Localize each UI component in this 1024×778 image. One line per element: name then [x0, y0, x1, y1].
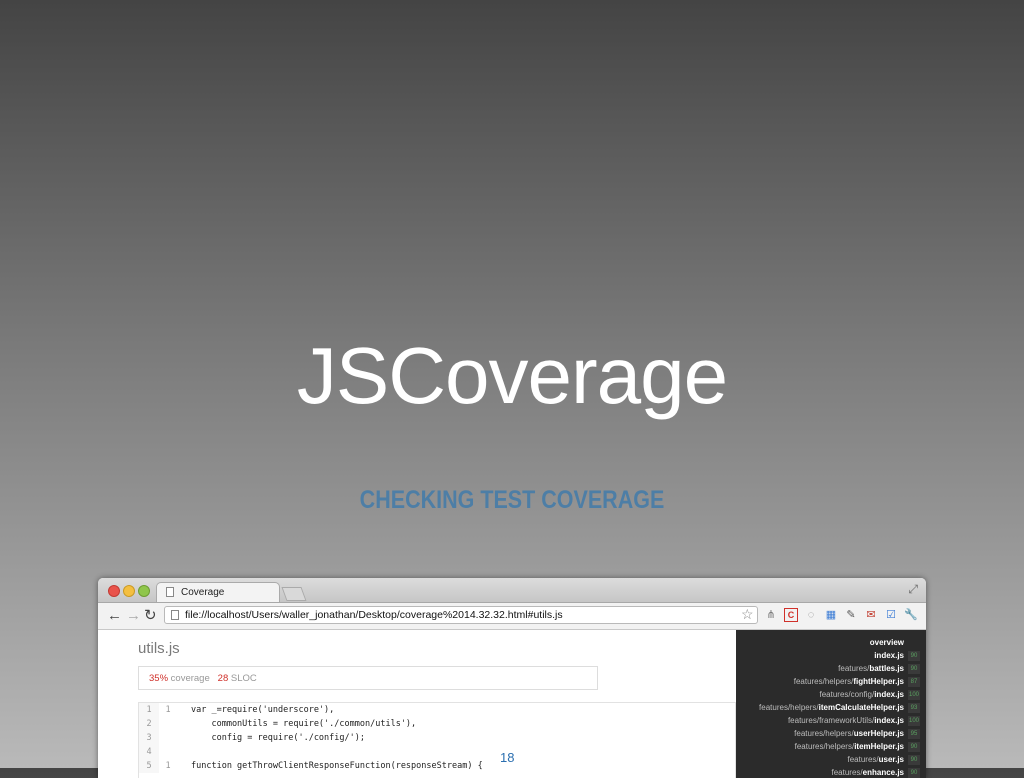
- zoom-window-button[interactable]: [138, 585, 150, 597]
- browser-toolbar: ← → ↻ file://localhost/Users/waller_jona…: [98, 603, 926, 630]
- check-icon[interactable]: ☑: [884, 608, 898, 622]
- bookmark-star-icon[interactable]: ☆: [741, 606, 754, 623]
- sidebar-item-path: features/helpers/: [794, 729, 854, 739]
- coverage-badge: 90: [908, 664, 920, 674]
- sidebar-item-file[interactable]: features/helpers/itemCalculateHelper.js 9…: [759, 703, 920, 715]
- grid-extension-icon[interactable]: ▦: [824, 608, 838, 622]
- sidebar-item-file[interactable]: features/enhance.js 90: [831, 768, 920, 778]
- code-line: 4: [139, 745, 735, 759]
- coverage-badge: 95: [908, 729, 920, 739]
- sidebar-item-file[interactable]: features/config/index.js 100: [819, 690, 920, 702]
- coverage-badge: 90: [908, 742, 920, 752]
- line-number: 5: [139, 759, 159, 773]
- sidebar-item-name: user.js: [878, 755, 904, 765]
- sidebar-item-file[interactable]: index.js 90: [874, 651, 920, 663]
- sidebar-item-name: index.js: [874, 716, 904, 726]
- coverage-badge: 90: [908, 755, 920, 765]
- hit-count: 1: [165, 705, 171, 715]
- sidebar-item-name: userHelper.js: [853, 729, 904, 739]
- source-code: commonUtils = require('./common/utils'),: [191, 719, 417, 729]
- page-icon: [171, 610, 179, 620]
- sloc-count: 28: [217, 673, 229, 684]
- code-line: 2 commonUtils = require('./common/utils'…: [139, 717, 735, 731]
- sidebar-item-name: itemHelper.js: [854, 742, 904, 752]
- sidebar-item-path: features/frameworkUtils/: [787, 716, 875, 726]
- file-sidebar: overview index.js 90 features/battles.js 9…: [736, 630, 926, 778]
- coverage-percent: 35%: [149, 673, 169, 684]
- document-icon: [166, 587, 174, 597]
- sidebar-item-path: features/helpers/: [793, 677, 854, 687]
- line-number: 3: [139, 731, 159, 745]
- line-number: 2: [139, 717, 159, 731]
- tab-coverage[interactable]: Coverage: [156, 582, 280, 602]
- sidebar-item-path: features/helpers/: [794, 742, 855, 752]
- minimize-window-button[interactable]: [123, 585, 135, 597]
- forward-arrow-icon[interactable]: →: [126, 607, 141, 625]
- sidebar-item-path: features/: [847, 755, 879, 765]
- sidebar-item-file[interactable]: features/user.js 90: [847, 755, 920, 767]
- coverage-report: utils.js 35% coverage 28 SLOC 1 1 var _=…: [98, 630, 736, 778]
- back-arrow-icon[interactable]: ←: [107, 607, 122, 625]
- coverage-summary: 35% coverage 28 SLOC: [138, 666, 598, 690]
- pin-extension-icon[interactable]: ✎: [844, 608, 858, 622]
- line-number: 4: [139, 745, 159, 759]
- sidebar-item-overview[interactable]: overview: [870, 638, 920, 650]
- coverage-badge: 90: [908, 768, 920, 778]
- circle-extension-icon[interactable]: ◌: [804, 608, 818, 622]
- sidebar-item-path: features/: [838, 664, 870, 674]
- address-bar[interactable]: file://localhost/Users/waller_jonathan/D…: [164, 606, 758, 624]
- sidebar-item-name: overview: [869, 638, 904, 648]
- address-bar-url: file://localhost/Users/waller_jonathan/D…: [185, 609, 563, 621]
- line-number: 1: [139, 703, 159, 717]
- source-code: var _=require('underscore'),: [191, 705, 335, 715]
- code-line: 1 1 var _=require('underscore'),: [139, 703, 735, 717]
- coverage-badge: 100: [908, 716, 920, 726]
- hit-count: 1: [165, 761, 171, 771]
- c-extension-icon[interactable]: C: [784, 608, 798, 622]
- new-tab-button[interactable]: [281, 587, 307, 601]
- sidebar-item-name: itemCalculateHelper.js: [818, 703, 904, 713]
- sidebar-item-name: index.js: [874, 651, 904, 661]
- slide-title: JSCoverage: [296, 331, 728, 420]
- coverage-badge: 100: [908, 690, 920, 700]
- tab-bar: Coverage ⤢: [98, 578, 926, 603]
- sidebar-item-path: features/helpers/: [759, 703, 819, 713]
- sidebar-item-file[interactable]: features/helpers/userHelper.js 95: [794, 729, 920, 741]
- sidebar-item-name: index.js: [874, 690, 904, 700]
- coverage-badge: 87: [908, 677, 920, 687]
- sidebar-item-name: enhance.js: [862, 768, 904, 778]
- resize-icon[interactable]: ⤢: [908, 582, 918, 597]
- sidebar-item-path: features/: [831, 768, 863, 778]
- code-line: 3 config = require('./config/');: [139, 731, 735, 745]
- file-title: utils.js: [138, 640, 180, 657]
- page-number: 18: [500, 750, 515, 765]
- code-line: 5 1 function getThrowClientResponseFunct…: [139, 759, 735, 773]
- sidebar-item-file[interactable]: features/frameworkUtils/index.js 100: [788, 716, 920, 728]
- gmail-icon[interactable]: ✉: [864, 608, 878, 622]
- coverage-badge: 90: [908, 651, 920, 661]
- sidebar-item-file[interactable]: features/helpers/itemHelper.js 90: [795, 742, 920, 754]
- sidebar-item-name: battles.js: [869, 664, 904, 674]
- coverage-badge: 93: [908, 703, 920, 713]
- extension-icon[interactable]: ⋔: [764, 608, 778, 622]
- wrench-icon[interactable]: 🔧: [904, 608, 918, 622]
- source-code: function getThrowClientResponseFunction(…: [191, 761, 483, 771]
- slide-subtitle: CHECKING TEST COVERAGE: [359, 486, 665, 514]
- coverage-label: coverage: [170, 673, 210, 684]
- close-window-button[interactable]: [108, 585, 120, 597]
- sidebar-item-file[interactable]: features/helpers/fightHelper.js 87: [794, 677, 920, 689]
- sidebar-item-path: features/config/: [819, 690, 875, 700]
- sidebar-item-file[interactable]: features/battles.js 90: [838, 664, 920, 676]
- source-code: config = require('./config/');: [191, 733, 365, 743]
- code-listing: 1 1 var _=require('underscore'), 2 commo…: [138, 702, 736, 778]
- reload-icon[interactable]: ↻: [144, 607, 157, 625]
- sloc-label: SLOC: [230, 673, 257, 684]
- browser-screenshot: Coverage ⤢ ← → ↻ file://localhost/Users/…: [98, 578, 926, 778]
- sidebar-item-name: fightHelper.js: [853, 677, 904, 687]
- tab-title: Coverage: [181, 587, 225, 598]
